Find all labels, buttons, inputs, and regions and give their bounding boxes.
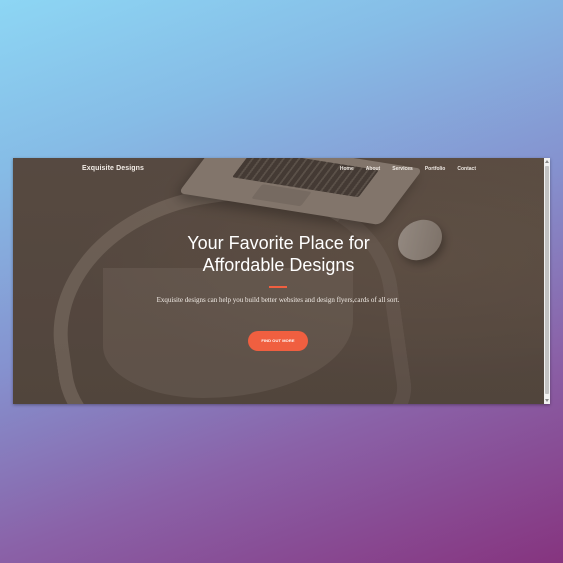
scroll-down-arrow-icon[interactable] — [545, 399, 549, 402]
hero-headline-line2: Affordable Designs — [202, 255, 355, 275]
nav-services[interactable]: Services — [392, 166, 413, 172]
brand-logo[interactable]: Exquisite Designs — [82, 165, 144, 172]
scroll-up-arrow-icon[interactable] — [545, 160, 549, 163]
hero-subtext: Exquisite designs can help you build bet… — [156, 296, 400, 304]
hero-overlay — [13, 158, 544, 404]
nav-contact[interactable]: Contact — [457, 166, 476, 172]
nav-about[interactable]: About — [366, 166, 380, 172]
scrollbar-thumb[interactable] — [545, 166, 549, 394]
hero-headline-line1: Your Favorite Place for — [187, 233, 370, 253]
vertical-scrollbar[interactable] — [544, 158, 550, 404]
browser-window: Exquisite Designs Home About Services Po… — [13, 158, 550, 404]
find-out-more-button[interactable]: FIND OUT MORE — [248, 331, 308, 351]
nav-portfolio[interactable]: Portfolio — [425, 166, 446, 172]
nav-links: Home About Services Portfolio Contact — [328, 166, 476, 172]
nav-home[interactable]: Home — [340, 166, 354, 172]
navbar: Exquisite Designs Home About Services Po… — [13, 158, 544, 182]
hero-section: Exquisite Designs Home About Services Po… — [13, 158, 544, 404]
hero-divider — [269, 286, 287, 288]
hero-headline: Your Favorite Place for Affordable Desig… — [13, 232, 544, 276]
